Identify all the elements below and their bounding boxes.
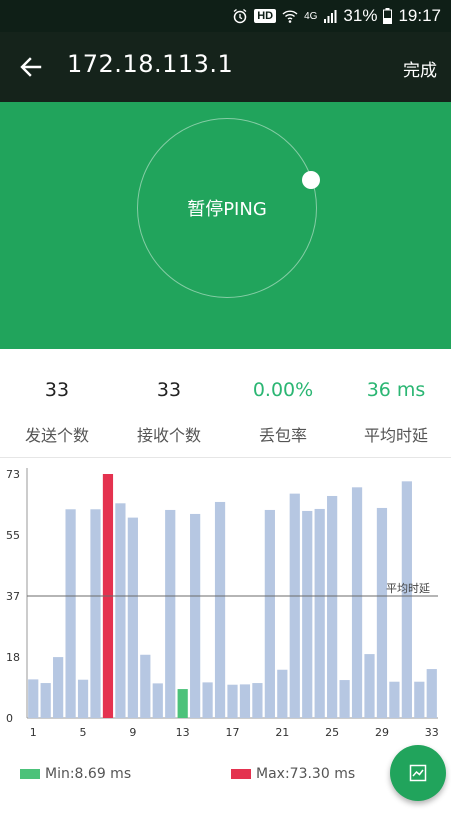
x-tick-label: 13: [176, 726, 190, 739]
signal-icon: [323, 9, 337, 23]
pause-ping-button[interactable]: [137, 118, 317, 298]
chart-bar: [115, 503, 126, 718]
battery-percent: 31%: [343, 6, 378, 25]
progress-dot: [302, 171, 320, 189]
legend-min-label: Min:8.69 ms: [45, 766, 132, 782]
chart-bar: [28, 679, 39, 718]
chart-bar: [127, 517, 138, 718]
chart-bar: [53, 657, 64, 718]
chart-bar: [65, 509, 76, 718]
chart-bar: [165, 509, 176, 718]
latency-chart-svg: 0 18 37 55 73 平均时延 1 5 9 13 17 21 25 29 33: [6, 468, 439, 739]
legend-max: Max:73.30 ms: [231, 766, 355, 782]
chart-bar: [227, 684, 238, 718]
avg-latency-label: 平均时延: [363, 426, 428, 445]
chart-bar: [426, 669, 437, 718]
arrow-left-icon: [20, 57, 42, 77]
x-tick-label: 29: [375, 726, 389, 739]
chart-bar: [277, 669, 288, 718]
y-tick-label: 55: [6, 529, 20, 542]
x-tick-label: 9: [129, 726, 136, 739]
chart-bar: [202, 682, 213, 718]
back-button[interactable]: [18, 54, 44, 80]
status-bar: HD 4G 31% 19:17: [0, 0, 451, 32]
ping-panel: 暂停PING: [0, 102, 451, 349]
y-tick-label: 73: [6, 468, 20, 481]
x-tick-label: 1: [30, 726, 37, 739]
x-tick-label: 25: [325, 726, 339, 739]
received-count-label: 接收个数: [136, 426, 201, 445]
alarm-icon: [232, 8, 248, 24]
x-tick-label: 33: [425, 726, 439, 739]
page-title: 172.18.113.1: [67, 50, 234, 78]
packet-loss-value: 0.00%: [252, 379, 314, 401]
battery-icon: [383, 8, 393, 24]
chart-bar: [389, 681, 400, 718]
chart-view-button[interactable]: [390, 745, 446, 801]
x-tick-label: 5: [80, 726, 87, 739]
chart-legend: Min:8.69 ms Max:73.30 ms: [0, 760, 451, 790]
received-count-value: 33: [156, 379, 182, 401]
chart-bar: [214, 501, 226, 718]
chart-icon: [409, 764, 427, 782]
sent-count-value: 33: [44, 379, 70, 401]
chart-bar-min: [177, 689, 188, 718]
y-tick-label: 18: [6, 651, 20, 664]
chart-bar: [414, 681, 425, 718]
x-tick-label: 21: [275, 726, 289, 739]
chart-bar: [77, 679, 89, 718]
chart-bar: [140, 654, 151, 718]
stats-row: 33 发送个数 33 接收个数 0.00% 丢包率 36 ms 平均时延: [0, 349, 451, 458]
chart-bar: [302, 510, 313, 718]
chart-bar: [327, 495, 338, 718]
chart-bar: [376, 507, 388, 718]
network-type: 4G: [304, 10, 318, 22]
app-bar: 172.18.113.1 完成: [0, 32, 451, 102]
chart-bar: [239, 684, 251, 718]
wifi-icon: [282, 8, 298, 24]
chart-bar: [264, 509, 275, 718]
latency-chart: 0 18 37 55 73 平均时延 1 5 9 13 17 21 25 29 33: [0, 458, 451, 748]
hd-icon: HD: [254, 9, 277, 23]
x-tick-label: 17: [226, 726, 240, 739]
avg-latency-line-label: 平均时延: [386, 582, 430, 595]
chart-bar: [364, 654, 375, 718]
chart-bar: [152, 683, 163, 718]
chart-bar: [90, 509, 101, 718]
legend-max-label: Max:73.30 ms: [256, 766, 356, 782]
legend-min-swatch: [20, 769, 40, 779]
chart-bar: [351, 487, 363, 718]
y-tick-label: 0: [6, 712, 13, 725]
avg-latency-value: 36 ms: [366, 379, 426, 401]
clock: 19:17: [398, 6, 441, 25]
chart-bar: [289, 493, 300, 718]
legend-min: Min:8.69 ms: [20, 766, 131, 782]
y-tick-label: 37: [6, 590, 20, 603]
chart-bar: [252, 683, 263, 718]
chart-bar: [401, 481, 412, 718]
legend-max-swatch: [231, 769, 251, 779]
sent-count-label: 发送个数: [24, 426, 89, 445]
chart-bar: [339, 680, 350, 718]
chart-bar: [40, 683, 51, 718]
done-button[interactable]: 完成: [403, 56, 437, 81]
packet-loss-label: 丢包率: [258, 426, 307, 445]
chart-bar: [190, 513, 201, 718]
chart-bar: [314, 508, 325, 718]
